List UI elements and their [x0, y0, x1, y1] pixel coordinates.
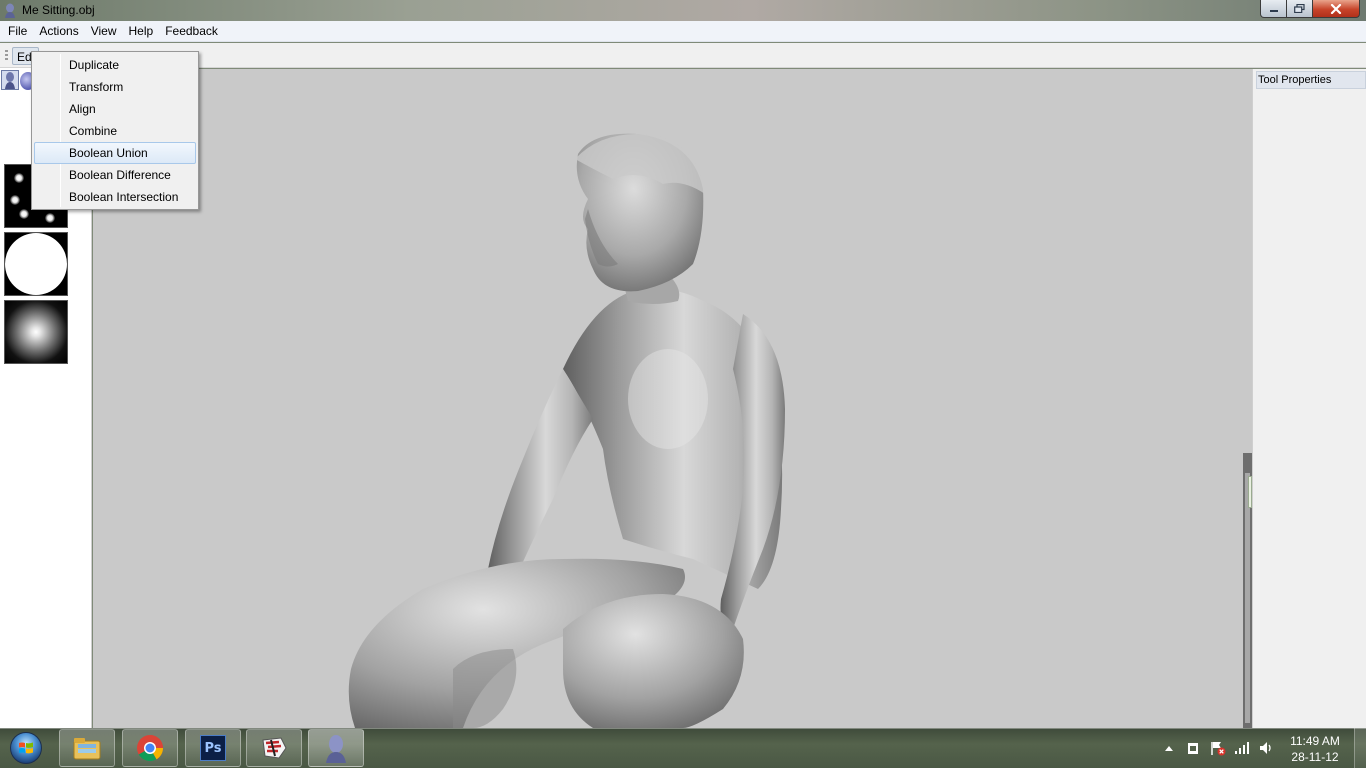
start-button[interactable]: [4, 729, 48, 767]
network-signal-icon[interactable]: [1234, 740, 1250, 756]
toolbar: Edi: [0, 43, 1366, 68]
window-controls: [1260, 0, 1360, 18]
windows-logo-icon: [19, 742, 33, 754]
menu-feedback[interactable]: Feedback: [159, 21, 224, 41]
tool-properties-panel: Tool Properties: [1252, 69, 1366, 728]
maximize-icon: [1294, 4, 1305, 13]
solid-disc-brush[interactable]: [4, 232, 68, 296]
taskbar-3d-app[interactable]: [246, 729, 302, 767]
volume-icon[interactable]: [1258, 740, 1274, 756]
menu-file[interactable]: File: [2, 21, 33, 41]
maximize-button[interactable]: [1287, 0, 1313, 18]
3d-app-icon: [262, 737, 287, 759]
tool-properties-title[interactable]: Tool Properties: [1256, 71, 1366, 89]
window-title: Me Sitting.obj: [22, 3, 95, 17]
menu-view[interactable]: View: [85, 21, 123, 41]
taskbar-clock[interactable]: 11:49 AM 28-11-12: [1282, 733, 1348, 765]
clock-time: 11:49 AM: [1290, 734, 1340, 748]
bust-icon: [5, 3, 15, 18]
menubar: File Actions View Help Feedback: [0, 21, 1366, 42]
menu-item-transform[interactable]: Transform: [34, 76, 196, 98]
close-icon: [1330, 3, 1342, 14]
minimize-button[interactable]: [1260, 0, 1287, 18]
taskbar-explorer[interactable]: [59, 729, 115, 767]
device-icon[interactable]: [1186, 740, 1200, 756]
photoshop-icon: Ps: [200, 735, 226, 761]
menu-item-combine[interactable]: Combine: [34, 120, 196, 142]
bust-icon: [326, 735, 346, 763]
show-hidden-icons[interactable]: [1164, 744, 1174, 752]
soft-glow-brush[interactable]: [4, 300, 68, 364]
sculpt-tool-icon[interactable]: [1, 70, 19, 90]
taskbar-photoshop[interactable]: Ps: [185, 729, 241, 767]
window-titlebar[interactable]: Me Sitting.obj: [0, 0, 1366, 21]
scrollbar-thumb[interactable]: [1245, 473, 1250, 723]
show-desktop-button[interactable]: [1354, 728, 1366, 768]
chrome-icon: [137, 735, 164, 762]
menu-help[interactable]: Help: [123, 21, 160, 41]
3d-viewport[interactable]: [93, 69, 1252, 728]
menu-item-align[interactable]: Align: [34, 98, 196, 120]
menu-item-duplicate[interactable]: Duplicate: [34, 54, 196, 76]
menu-item-boolean-union[interactable]: Boolean Union: [34, 142, 196, 164]
minimize-icon: [1269, 9, 1278, 12]
clock-date: 28-11-12: [1291, 750, 1339, 764]
close-button[interactable]: [1313, 0, 1360, 18]
action-center-flag-icon[interactable]: [1210, 740, 1226, 756]
sitting-figure-mesh: [348, 133, 785, 728]
menu-actions[interactable]: Actions: [33, 21, 84, 41]
folder-icon: [73, 738, 101, 760]
taskbar-sculpt-app[interactable]: [308, 729, 364, 767]
taskbar-chrome[interactable]: [122, 729, 178, 767]
panel-resize-handle[interactable]: [1248, 476, 1252, 508]
menu-item-boolean-difference[interactable]: Boolean Difference: [34, 164, 196, 186]
edit-dropdown-menu: Duplicate Transform Align Combine Boolea…: [31, 51, 199, 210]
toolbar-grip[interactable]: [5, 50, 8, 62]
menu-item-boolean-intersection[interactable]: Boolean Intersection: [34, 186, 196, 208]
